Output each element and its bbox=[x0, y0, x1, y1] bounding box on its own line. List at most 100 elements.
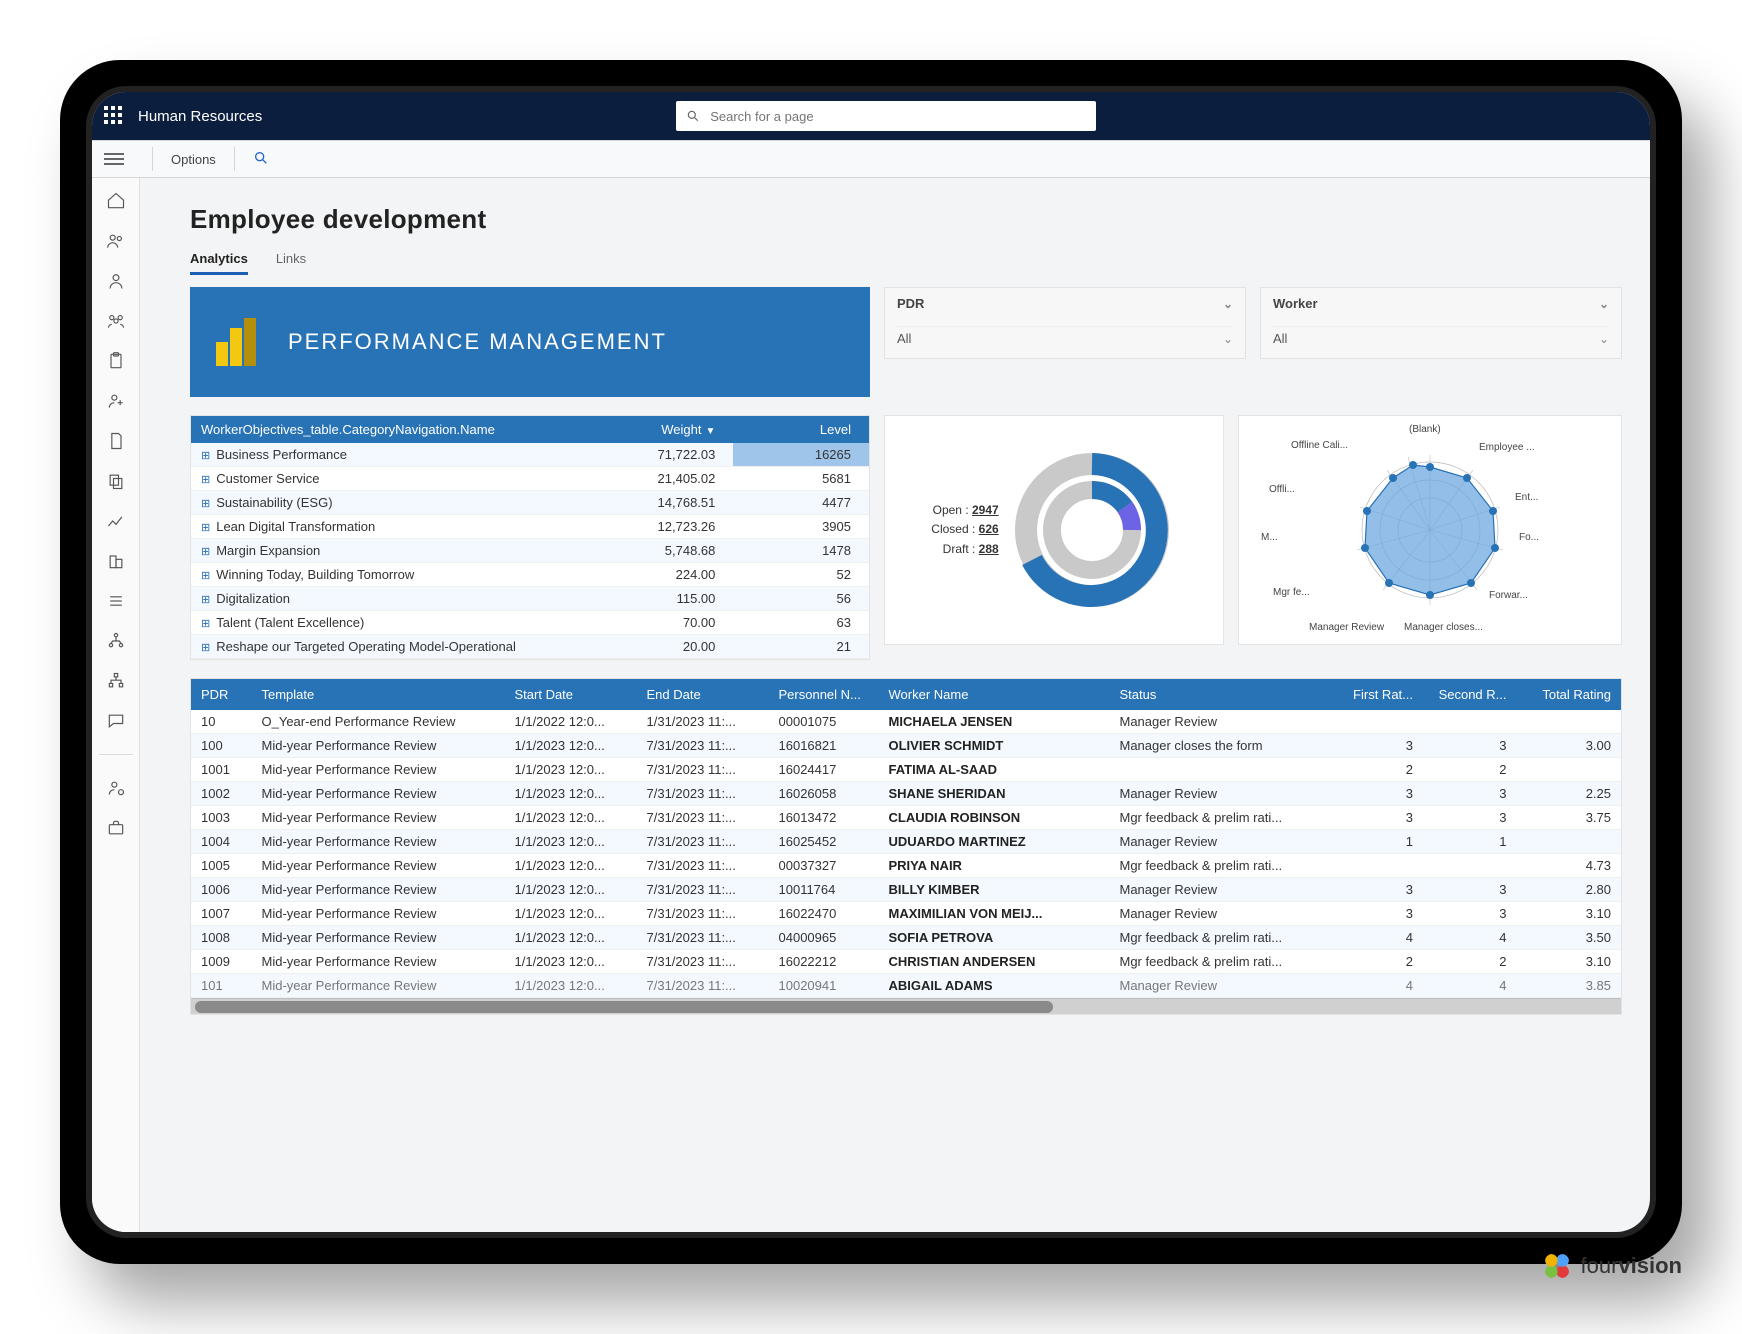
table-row[interactable]: ⊞Lean Digital Transformation12,723.26390… bbox=[191, 515, 869, 539]
table-row[interactable]: ⊞Reshape our Targeted Operating Model-Op… bbox=[191, 635, 869, 659]
table-row[interactable]: 1009Mid-year Performance Review1/1/2023 … bbox=[191, 950, 1621, 974]
app-launcher-icon[interactable] bbox=[104, 106, 124, 126]
command-bar: Options bbox=[92, 140, 1650, 178]
left-nav-rail bbox=[92, 178, 140, 1232]
filter-pdr[interactable]: PDR⌄ All⌄ bbox=[884, 287, 1246, 359]
col-weight[interactable]: Weight bbox=[661, 422, 701, 437]
person-settings-icon[interactable] bbox=[103, 775, 129, 801]
table-row[interactable]: 10O_Year-end Performance Review1/1/2022 … bbox=[191, 710, 1621, 734]
table-header-row: WorkerObjectives_table.CategoryNavigatio… bbox=[191, 416, 869, 443]
column-header[interactable]: PDR bbox=[191, 679, 252, 710]
chat-icon[interactable] bbox=[103, 708, 129, 734]
expand-icon[interactable]: ⊞ bbox=[201, 522, 210, 534]
clipboard-icon[interactable] bbox=[103, 348, 129, 374]
column-header[interactable]: Worker Name bbox=[879, 679, 1110, 710]
vendor-logo: fourvision bbox=[1543, 1252, 1683, 1280]
table-row[interactable]: ⊞Margin Expansion5,748.681478 bbox=[191, 539, 869, 563]
search-input[interactable] bbox=[708, 108, 1086, 125]
filter-worker[interactable]: Worker⌄ All⌄ bbox=[1260, 287, 1622, 359]
home-icon[interactable] bbox=[103, 188, 129, 214]
filter-label: PDR bbox=[897, 296, 924, 311]
radar-axis-label: (Blank) bbox=[1409, 424, 1441, 435]
column-header[interactable]: End Date bbox=[637, 679, 769, 710]
expand-icon[interactable]: ⊞ bbox=[201, 546, 210, 558]
tab-links[interactable]: Links bbox=[276, 247, 306, 275]
table-row[interactable]: 100Mid-year Performance Review1/1/2023 1… bbox=[191, 734, 1621, 758]
table-row[interactable]: 1005Mid-year Performance Review1/1/2023 … bbox=[191, 854, 1621, 878]
filter-search-icon[interactable] bbox=[253, 150, 269, 169]
global-search[interactable] bbox=[676, 101, 1096, 131]
horizontal-scrollbar[interactable] bbox=[191, 998, 1621, 1014]
main-content: Employee development Analytics Links bbox=[140, 178, 1650, 1232]
power-bi-icon bbox=[216, 318, 264, 366]
table-row[interactable]: ⊞Winning Today, Building Tomorrow224.005… bbox=[191, 563, 869, 587]
sort-desc-icon: ▼ bbox=[705, 426, 715, 437]
objectives-table[interactable]: WorkerObjectives_table.CategoryNavigatio… bbox=[190, 415, 870, 660]
donut-legend: Open : 2947 Closed : 626 Draft : 288 bbox=[931, 501, 998, 559]
col-level[interactable]: Level bbox=[733, 416, 869, 443]
person-add-icon[interactable] bbox=[103, 388, 129, 414]
col-category[interactable]: WorkerObjectives_table.CategoryNavigatio… bbox=[191, 416, 584, 443]
table-row[interactable]: ⊞Talent (Talent Excellence)70.0063 bbox=[191, 611, 869, 635]
radar-axis-label: Employee ... bbox=[1479, 442, 1535, 453]
hierarchy-icon[interactable] bbox=[103, 668, 129, 694]
banner-title: PERFORMANCE MANAGEMENT bbox=[288, 329, 667, 355]
column-header[interactable]: Personnel N... bbox=[769, 679, 879, 710]
radar-axis-label: M... bbox=[1261, 532, 1278, 543]
column-header[interactable]: Total Rating bbox=[1517, 679, 1622, 710]
options-button[interactable]: Options bbox=[157, 152, 230, 167]
expand-icon[interactable]: ⊞ bbox=[201, 618, 210, 630]
pdr-data-table[interactable]: PDRTemplateStart DateEnd DatePersonnel N… bbox=[190, 678, 1622, 1015]
table-row[interactable]: 1006Mid-year Performance Review1/1/2023 … bbox=[191, 878, 1621, 902]
table-row[interactable]: 1007Mid-year Performance Review1/1/2023 … bbox=[191, 902, 1621, 926]
expand-icon[interactable]: ⊞ bbox=[201, 450, 210, 462]
divider bbox=[234, 147, 235, 171]
org-icon[interactable] bbox=[103, 628, 129, 654]
column-header[interactable]: Second R... bbox=[1423, 679, 1517, 710]
app-header: Human Resources bbox=[92, 92, 1650, 140]
briefcase-icon[interactable] bbox=[103, 815, 129, 841]
table-header-row: PDRTemplateStart DateEnd DatePersonnel N… bbox=[191, 679, 1621, 710]
person-icon[interactable] bbox=[103, 268, 129, 294]
page-title: Employee development bbox=[190, 204, 1622, 235]
review-stage-radar-chart[interactable]: (Blank)Employee ...Ent...Fo...Forwar...M… bbox=[1238, 415, 1622, 645]
expand-icon[interactable]: ⊞ bbox=[201, 642, 210, 654]
table-row[interactable]: 1002Mid-year Performance Review1/1/2023 … bbox=[191, 782, 1621, 806]
list-icon[interactable] bbox=[103, 588, 129, 614]
column-header[interactable]: First Rat... bbox=[1341, 679, 1424, 710]
column-header[interactable]: Start Date bbox=[505, 679, 637, 710]
column-header[interactable]: Template bbox=[252, 679, 505, 710]
trend-icon[interactable] bbox=[103, 508, 129, 534]
chevron-down-icon: ⌄ bbox=[1223, 297, 1233, 311]
chevron-down-icon: ⌄ bbox=[1599, 297, 1609, 311]
table-row[interactable]: 1003Mid-year Performance Review1/1/2023 … bbox=[191, 806, 1621, 830]
expand-icon[interactable]: ⊞ bbox=[201, 498, 210, 510]
radar-axis-label: Manager closes... bbox=[1404, 622, 1483, 633]
status-donut-chart[interactable]: Open : 2947 Closed : 626 Draft : 288 bbox=[884, 415, 1224, 645]
radar-axis-label: Manager Review bbox=[1309, 622, 1384, 633]
radar-axis-label: Fo... bbox=[1519, 532, 1539, 543]
table-row[interactable]: 101Mid-year Performance Review1/1/2023 1… bbox=[191, 974, 1621, 998]
table-row[interactable]: ⊞Business Performance71,722.0316265 bbox=[191, 443, 869, 467]
radar-axis-label: Offli... bbox=[1269, 484, 1295, 495]
column-header[interactable]: Status bbox=[1110, 679, 1341, 710]
team-icon[interactable] bbox=[103, 308, 129, 334]
tab-analytics[interactable]: Analytics bbox=[190, 247, 248, 275]
chevron-down-icon: ⌄ bbox=[1599, 332, 1609, 346]
building-icon[interactable] bbox=[103, 548, 129, 574]
table-row[interactable]: 1004Mid-year Performance Review1/1/2023 … bbox=[191, 830, 1621, 854]
people-icon[interactable] bbox=[103, 228, 129, 254]
table-row[interactable]: ⊞Digitalization115.0056 bbox=[191, 587, 869, 611]
copy-icon[interactable] bbox=[103, 468, 129, 494]
nav-toggle-icon[interactable] bbox=[104, 149, 124, 169]
table-row[interactable]: 1001Mid-year Performance Review1/1/2023 … bbox=[191, 758, 1621, 782]
expand-icon[interactable]: ⊞ bbox=[201, 570, 210, 582]
expand-icon[interactable]: ⊞ bbox=[201, 474, 210, 486]
table-row[interactable]: ⊞Sustainability (ESG)14,768.514477 bbox=[191, 491, 869, 515]
table-row[interactable]: 1008Mid-year Performance Review1/1/2023 … bbox=[191, 926, 1621, 950]
filter-value: All bbox=[897, 331, 911, 346]
radar-axis-label: Ent... bbox=[1515, 492, 1538, 503]
table-row[interactable]: ⊞Customer Service21,405.025681 bbox=[191, 467, 869, 491]
expand-icon[interactable]: ⊞ bbox=[201, 594, 210, 606]
document-icon[interactable] bbox=[103, 428, 129, 454]
